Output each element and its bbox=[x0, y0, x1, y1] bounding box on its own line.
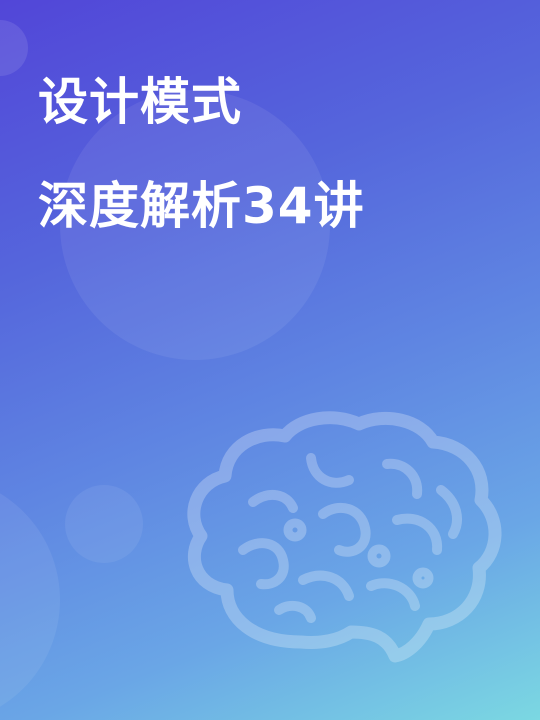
cover-title-line-2: 深度解析34讲 bbox=[38, 177, 365, 235]
cover-title-line-1: 设计模式 bbox=[38, 73, 242, 131]
cover-title: 设计模式 深度解析34讲 bbox=[38, 70, 365, 238]
brain-icon bbox=[187, 411, 502, 663]
decorative-circle bbox=[65, 485, 143, 563]
decorative-circle bbox=[0, 475, 60, 720]
decorative-circle bbox=[0, 20, 28, 76]
course-cover: 设计模式 深度解析34讲 bbox=[0, 0, 540, 720]
